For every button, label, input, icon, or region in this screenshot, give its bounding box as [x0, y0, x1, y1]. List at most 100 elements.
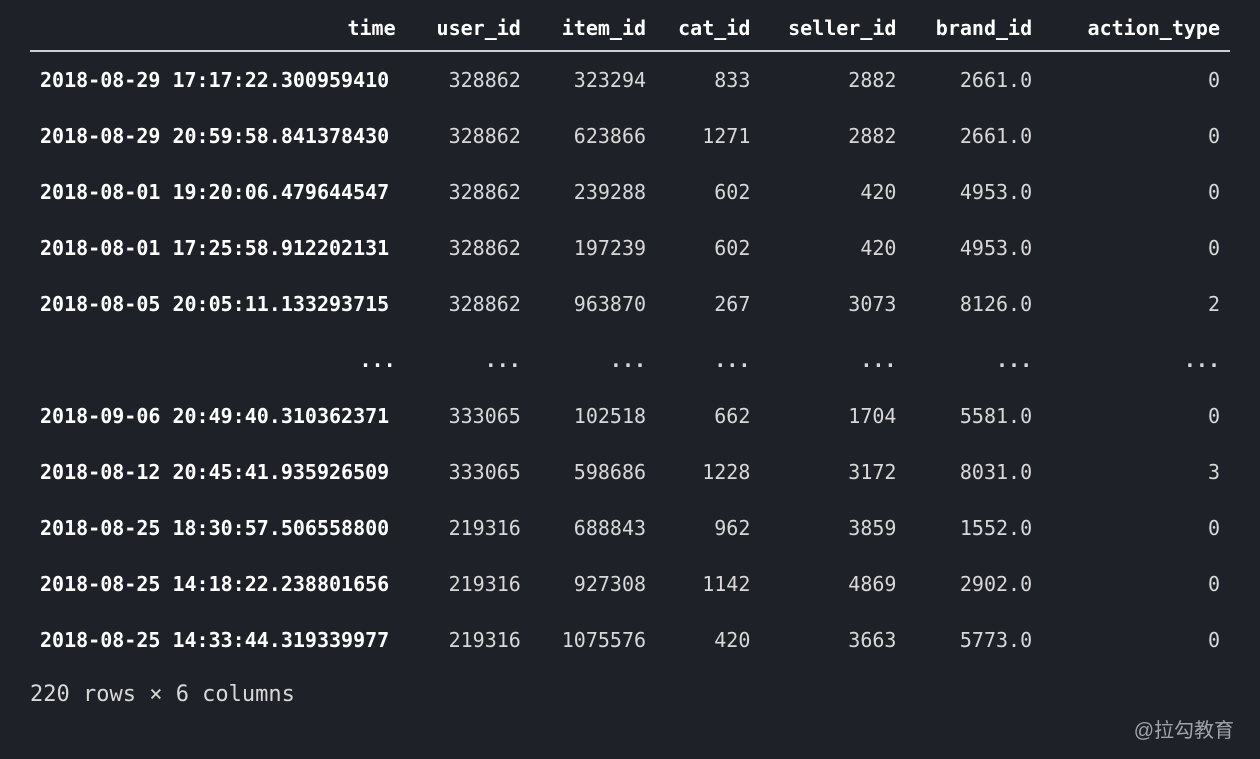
row-index: 2018-08-25 14:18:22.238801656: [30, 556, 406, 612]
table-row: 2018-08-01 17:25:58.91220213132886219723…: [30, 220, 1230, 276]
cell: 2661.0: [906, 51, 1042, 108]
cell: 328862: [406, 164, 531, 220]
table-row: 2018-08-29 17:17:22.30095941032886232329…: [30, 51, 1230, 108]
cell: 0: [1042, 556, 1230, 612]
cell: 328862: [406, 51, 531, 108]
row-index: 2018-08-29 20:59:58.841378430: [30, 108, 406, 164]
row-index: 2018-08-25 14:33:44.319339977: [30, 612, 406, 668]
cell: 0: [1042, 164, 1230, 220]
cell: 0: [1042, 51, 1230, 108]
cell: 333065: [406, 388, 531, 444]
cell: 219316: [406, 612, 531, 668]
cell: 328862: [406, 220, 531, 276]
cell: 5773.0: [906, 612, 1042, 668]
cell: 1228: [656, 444, 760, 500]
cell: 219316: [406, 500, 531, 556]
table-header: time user_id item_id cat_id seller_id br…: [30, 10, 1230, 51]
cell: 602: [656, 164, 760, 220]
dataframe-table: time user_id item_id cat_id seller_id br…: [30, 10, 1230, 668]
row-index: 2018-08-29 17:17:22.300959410: [30, 51, 406, 108]
cell: 1271: [656, 108, 760, 164]
cell: 2661.0: [906, 108, 1042, 164]
table-row: 2018-08-25 14:18:22.23880165621931692730…: [30, 556, 1230, 612]
cell: 267: [656, 276, 760, 332]
cell: 833: [656, 51, 760, 108]
row-index: 2018-08-05 20:05:11.133293715: [30, 276, 406, 332]
cell: 102518: [531, 388, 656, 444]
ellipsis-cell: ...: [1042, 332, 1230, 388]
dataframe-output: time user_id item_id cat_id seller_id br…: [0, 0, 1260, 707]
cell: 3859: [760, 500, 906, 556]
ellipsis-row: .....................: [30, 332, 1230, 388]
cell: 420: [760, 220, 906, 276]
index-name-cell: time: [30, 10, 406, 51]
cell: 2882: [760, 51, 906, 108]
cell: 1142: [656, 556, 760, 612]
cell: 4869: [760, 556, 906, 612]
cell: 420: [656, 612, 760, 668]
ellipsis-cell: ...: [656, 332, 760, 388]
cell: 2902.0: [906, 556, 1042, 612]
cell: 219316: [406, 556, 531, 612]
table-row: 2018-08-05 20:05:11.13329371532886296387…: [30, 276, 1230, 332]
col-header-item_id: item_id: [531, 10, 656, 51]
table-row: 2018-08-12 20:45:41.93592650933306559868…: [30, 444, 1230, 500]
cell: 5581.0: [906, 388, 1042, 444]
cell: 602: [656, 220, 760, 276]
cell: 323294: [531, 51, 656, 108]
cell: 0: [1042, 612, 1230, 668]
cell: 4953.0: [906, 164, 1042, 220]
cell: 3073: [760, 276, 906, 332]
row-index: 2018-08-01 19:20:06.479644547: [30, 164, 406, 220]
row-index: 2018-08-12 20:45:41.935926509: [30, 444, 406, 500]
col-header-cat_id: cat_id: [656, 10, 760, 51]
cell: 2882: [760, 108, 906, 164]
cell: 420: [760, 164, 906, 220]
cell: 0: [1042, 388, 1230, 444]
cell: 328862: [406, 108, 531, 164]
cell: 197239: [531, 220, 656, 276]
cell: 662: [656, 388, 760, 444]
cell: 8126.0: [906, 276, 1042, 332]
cell: 1552.0: [906, 500, 1042, 556]
cell: 1075576: [531, 612, 656, 668]
ellipsis-cell: ...: [30, 332, 406, 388]
col-header-brand_id: brand_id: [906, 10, 1042, 51]
table-row: 2018-08-01 19:20:06.47964454732886223928…: [30, 164, 1230, 220]
cell: 3663: [760, 612, 906, 668]
cell: 688843: [531, 500, 656, 556]
dataframe-shape: 220 rows × 6 columns: [30, 682, 1230, 707]
row-index: 2018-08-01 17:25:58.912202131: [30, 220, 406, 276]
col-header-user_id: user_id: [406, 10, 531, 51]
cell: 962: [656, 500, 760, 556]
table-row: 2018-08-25 18:30:57.50655880021931668884…: [30, 500, 1230, 556]
row-index: 2018-08-25 18:30:57.506558800: [30, 500, 406, 556]
ellipsis-cell: ...: [760, 332, 906, 388]
row-index: 2018-09-06 20:49:40.310362371: [30, 388, 406, 444]
cell: 0: [1042, 220, 1230, 276]
ellipsis-cell: ...: [906, 332, 1042, 388]
watermark: @拉勾教育: [1134, 714, 1234, 743]
cell: 623866: [531, 108, 656, 164]
col-header-action_type: action_type: [1042, 10, 1230, 51]
table-row: 2018-09-06 20:49:40.31036237133306510251…: [30, 388, 1230, 444]
cell: 328862: [406, 276, 531, 332]
cell: 8031.0: [906, 444, 1042, 500]
cell: 2: [1042, 276, 1230, 332]
cell: 3: [1042, 444, 1230, 500]
cell: 3172: [760, 444, 906, 500]
cell: 239288: [531, 164, 656, 220]
table-row: 2018-08-25 14:33:44.31933997721931610755…: [30, 612, 1230, 668]
col-header-seller_id: seller_id: [760, 10, 906, 51]
cell: 0: [1042, 108, 1230, 164]
cell: 4953.0: [906, 220, 1042, 276]
cell: 598686: [531, 444, 656, 500]
ellipsis-cell: ...: [531, 332, 656, 388]
cell: 963870: [531, 276, 656, 332]
table-row: 2018-08-29 20:59:58.84137843032886262386…: [30, 108, 1230, 164]
cell: 927308: [531, 556, 656, 612]
ellipsis-cell: ...: [406, 332, 531, 388]
cell: 1704: [760, 388, 906, 444]
table-body: 2018-08-29 17:17:22.30095941032886232329…: [30, 51, 1230, 668]
cell: 333065: [406, 444, 531, 500]
